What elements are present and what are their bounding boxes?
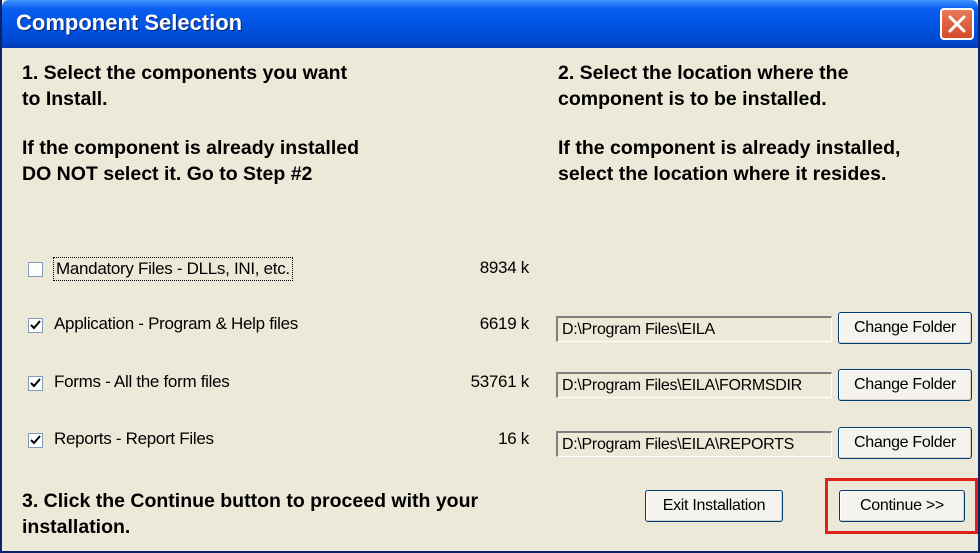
step1-warning-line2: DO NOT select it. Go to Step #2 bbox=[22, 163, 313, 185]
continue-highlight-box bbox=[825, 478, 978, 534]
title-bar[interactable]: Component Selection bbox=[2, 0, 978, 48]
step2-warning-line2: select the location where it resides. bbox=[558, 163, 887, 185]
component-size-application: 6619 k bbox=[479, 314, 530, 333]
step3-line2: installation. bbox=[22, 516, 131, 538]
change-folder-button-application[interactable]: Change Folder bbox=[838, 312, 972, 344]
checkbox-reports[interactable] bbox=[28, 433, 43, 448]
component-label-forms[interactable]: Forms - All the form files bbox=[54, 372, 230, 392]
step2-warning-line1: If the component is already installed, bbox=[558, 137, 901, 159]
component-size-mandatory: 8934 k bbox=[479, 258, 530, 277]
checkbox-mandatory[interactable] bbox=[28, 262, 43, 277]
component-size-forms: 53761 k bbox=[470, 372, 530, 391]
close-icon bbox=[948, 15, 966, 33]
component-label-reports[interactable]: Reports - Report Files bbox=[54, 429, 214, 449]
checkbox-application[interactable] bbox=[28, 318, 43, 333]
path-field-reports[interactable]: D:\Program Files\EILA\REPORTS bbox=[556, 431, 832, 457]
component-selection-dialog: Component Selection 1. Select the compon… bbox=[0, 0, 980, 553]
component-label-mandatory[interactable]: Mandatory Files - DLLs, INI, etc. bbox=[53, 257, 293, 281]
path-field-application[interactable]: D:\Program Files\EILA bbox=[556, 316, 832, 342]
checkmark-icon bbox=[30, 378, 41, 388]
step1-warning: If the component is already installed DO… bbox=[22, 135, 359, 187]
window-title: Component Selection bbox=[16, 10, 243, 35]
exit-installation-button[interactable]: Exit Installation bbox=[645, 490, 783, 522]
path-field-forms[interactable]: D:\Program Files\EILA\FORMSDIR bbox=[556, 372, 832, 398]
step3-line1: 3. Click the Continue button to proceed … bbox=[22, 490, 479, 512]
checkbox-forms[interactable] bbox=[28, 376, 43, 391]
change-folder-button-reports[interactable]: Change Folder bbox=[838, 427, 972, 459]
checkmark-icon bbox=[30, 435, 41, 445]
checkmark-icon bbox=[30, 320, 41, 330]
change-folder-button-forms[interactable]: Change Folder bbox=[838, 369, 972, 401]
step1-line2: to Install. bbox=[22, 88, 108, 110]
step2-line1: 2. Select the location where the bbox=[558, 62, 849, 84]
step1-instructions: 1. Select the components you want to Ins… bbox=[22, 60, 347, 112]
step1-line1: 1. Select the components you want bbox=[22, 62, 348, 84]
step3-instructions: 3. Click the Continue button to proceed … bbox=[22, 488, 478, 540]
step2-instructions: 2. Select the location where the compone… bbox=[558, 60, 848, 112]
component-label-application[interactable]: Application - Program & Help files bbox=[54, 314, 298, 334]
close-button[interactable] bbox=[940, 8, 974, 40]
step1-warning-line1: If the component is already installed bbox=[22, 137, 359, 159]
step2-line2: component is to be installed. bbox=[558, 88, 827, 110]
component-size-reports: 16 k bbox=[498, 429, 529, 448]
step2-warning: If the component is already installed, s… bbox=[558, 135, 900, 187]
